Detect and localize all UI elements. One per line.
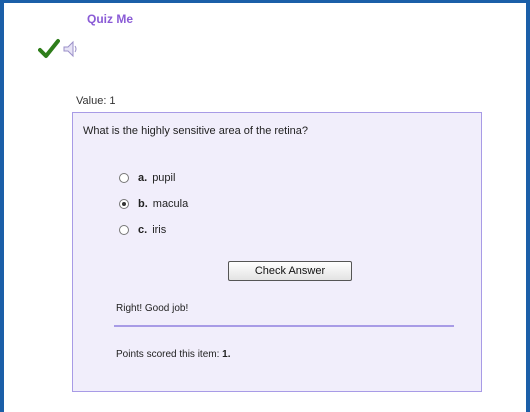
points-label: Points scored this item:: [116, 349, 220, 360]
option-letter: b.: [138, 198, 148, 210]
question-panel: What is the highly sensitive area of the…: [72, 112, 482, 392]
question-text: What is the highly sensitive area of the…: [83, 125, 309, 137]
option-text: iris: [152, 224, 167, 236]
option-letter: c.: [138, 224, 148, 236]
points-scored: Points scored this item: 1.: [116, 349, 231, 360]
speaker-icon[interactable]: [62, 40, 78, 58]
radio-button-selected[interactable]: [119, 199, 129, 209]
option-text: macula: [152, 198, 189, 210]
radio-button[interactable]: [119, 173, 129, 183]
points-value: 1.: [222, 349, 231, 360]
check-answer-button[interactable]: Check Answer: [228, 261, 352, 281]
option-b[interactable]: b. macula: [119, 191, 188, 217]
option-c[interactable]: c. iris: [119, 217, 188, 243]
option-text: pupil: [152, 172, 176, 184]
option-letter: a.: [138, 172, 148, 184]
answer-options: a. pupil b. macula c. iris: [119, 165, 188, 243]
radio-button[interactable]: [119, 225, 129, 235]
check-icon[interactable]: [38, 38, 60, 60]
feedback-text: Right! Good job!: [116, 303, 189, 314]
quiz-title: Quiz Me: [87, 12, 134, 26]
option-a[interactable]: a. pupil: [119, 165, 188, 191]
divider: [114, 325, 454, 327]
value-label: Value: 1: [76, 95, 116, 107]
